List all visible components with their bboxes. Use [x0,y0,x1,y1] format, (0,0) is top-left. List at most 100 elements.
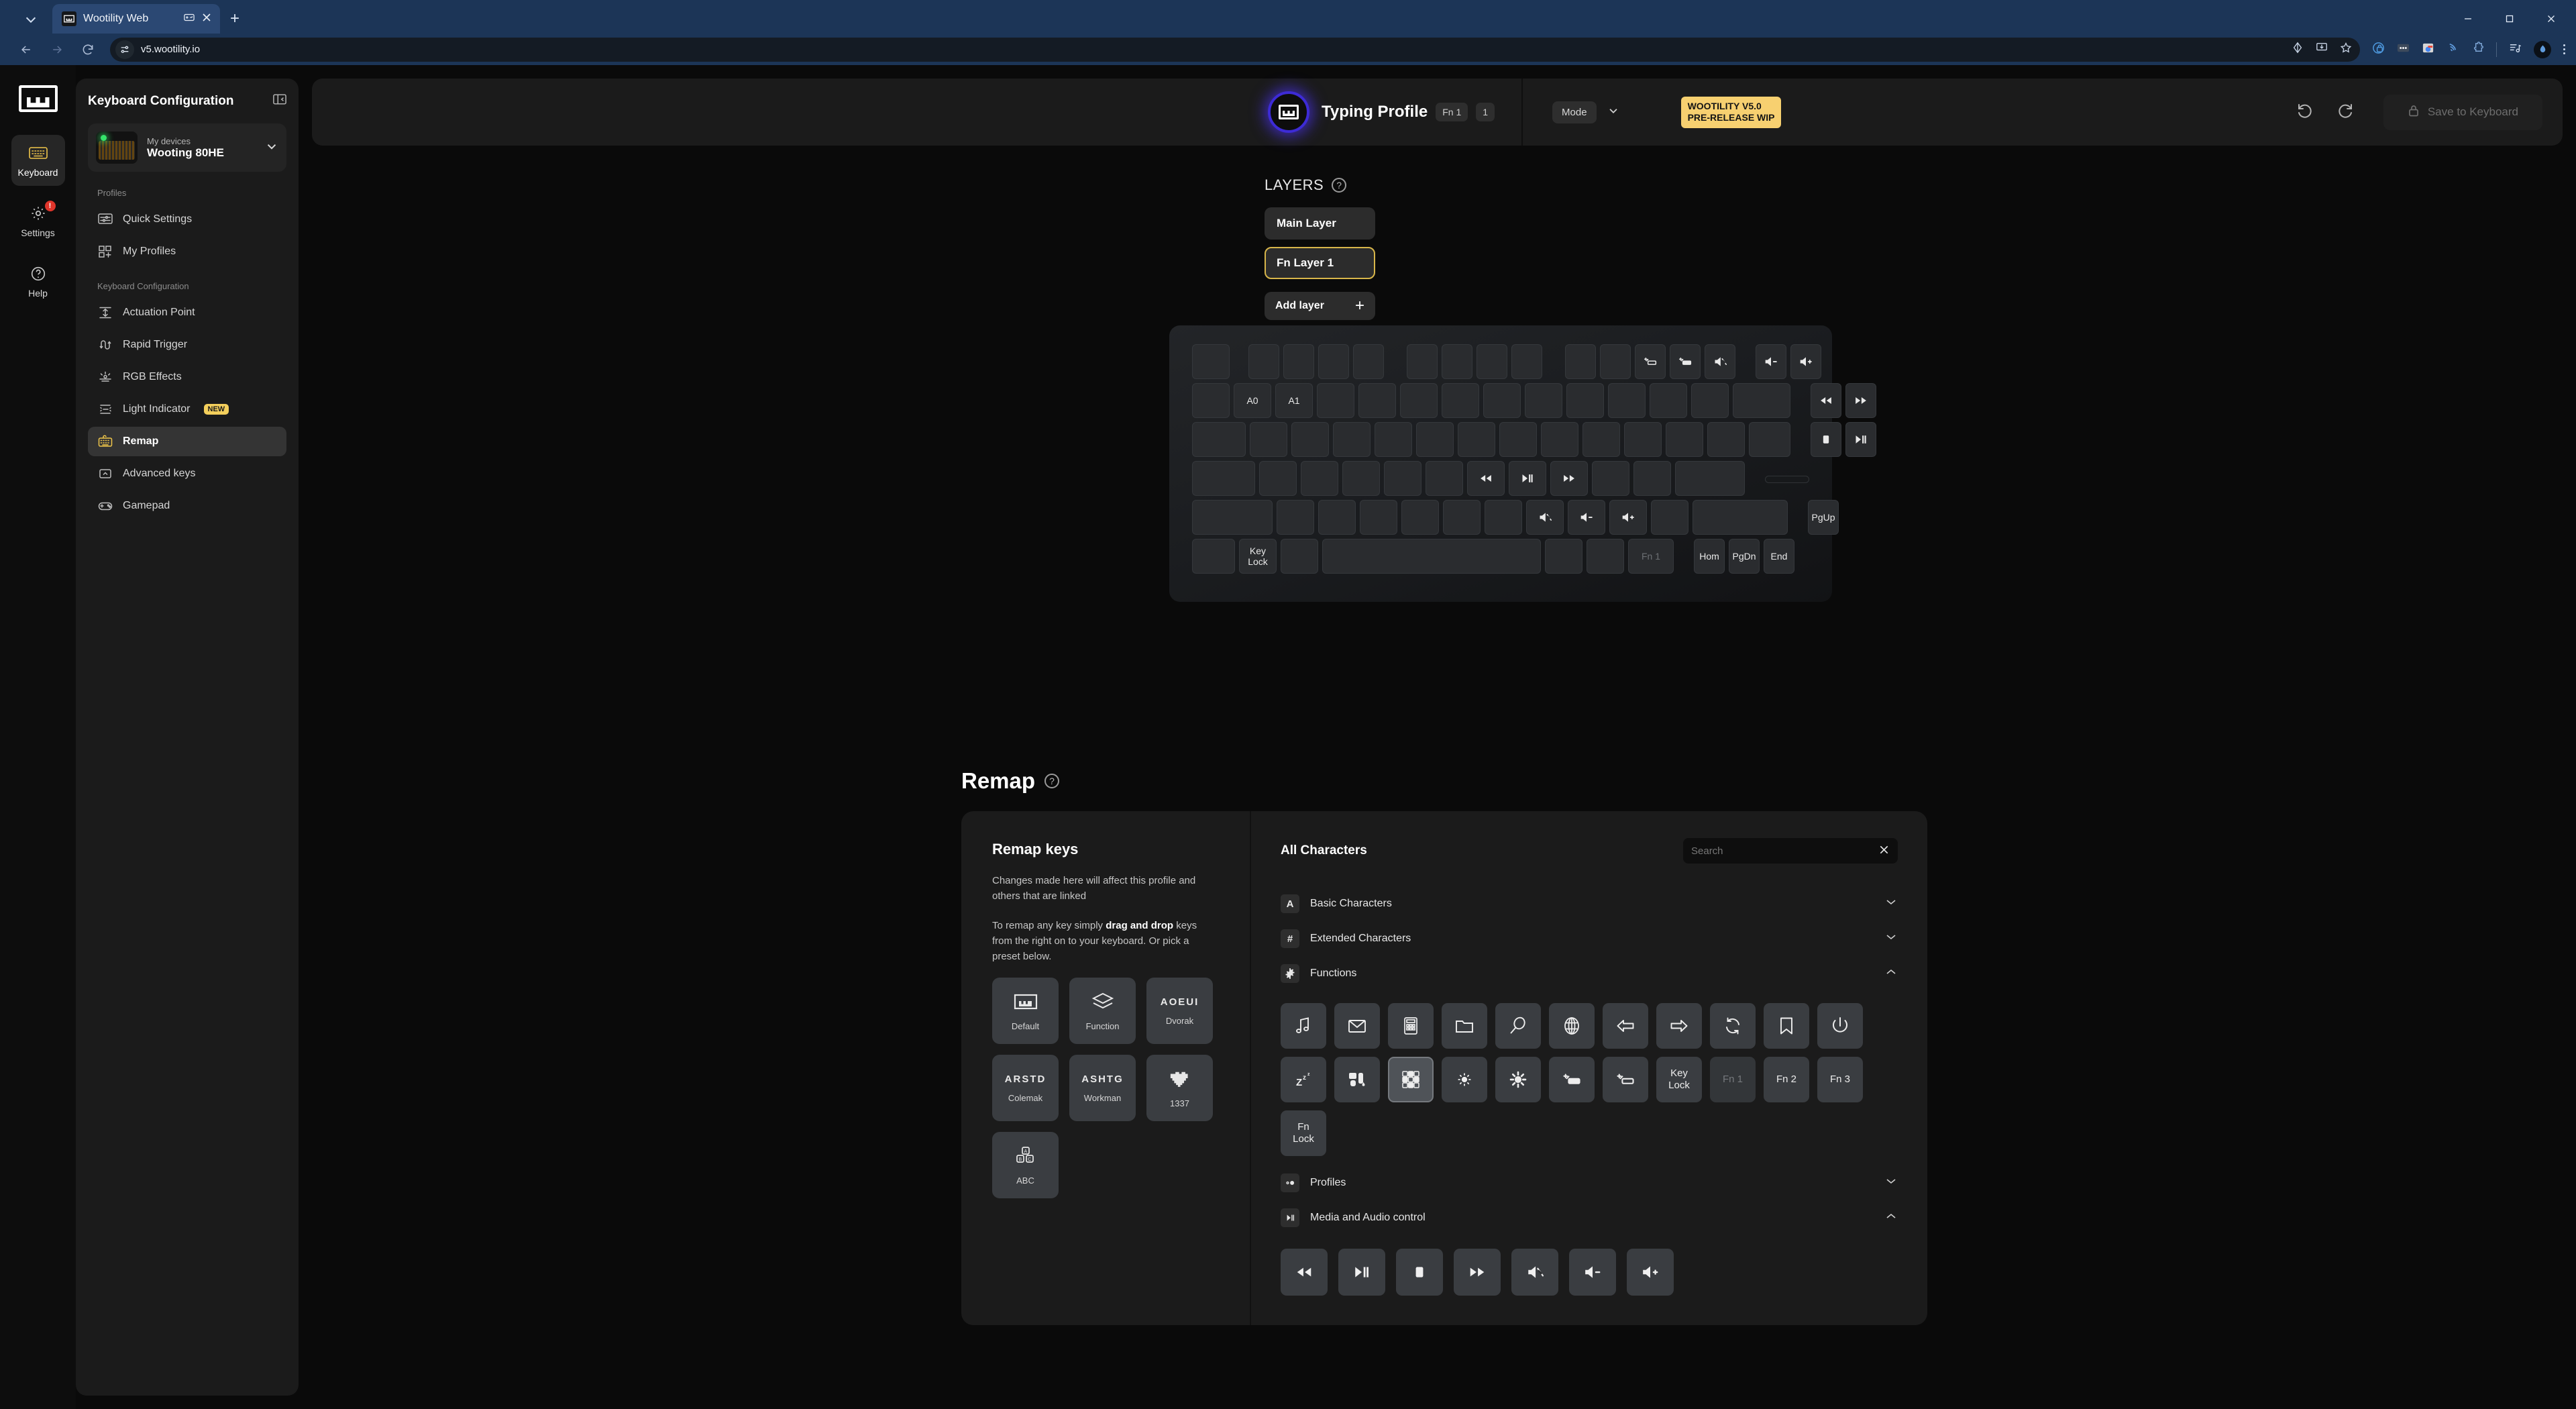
keycap-blank[interactable] [1360,500,1397,535]
chevron-down-icon[interactable] [1607,105,1619,120]
preset-function[interactable]: Function [1069,978,1136,1045]
keycap-volume-up-icon[interactable] [1609,500,1647,535]
help-circle-icon[interactable]: ? [1044,774,1060,788]
keycap-fastforward-icon[interactable] [1845,383,1876,418]
redo-icon[interactable] [2337,102,2354,123]
preset-dvorak[interactable]: AOEUI Dvorak [1146,978,1213,1045]
sidebar-item-rgb-effects[interactable]: RGB Effects [88,362,286,392]
function-key-fn-2[interactable]: Fn 2 [1764,1057,1809,1102]
install-app-icon[interactable] [2316,42,2328,57]
keycap-blank[interactable] [1250,422,1287,457]
keycap-blank[interactable] [1442,383,1479,418]
address-bar[interactable]: v5.wootility.io [110,37,2360,62]
media-key-volume-up-icon[interactable] [1627,1249,1674,1296]
function-key-fn-3[interactable]: Fn 3 [1817,1057,1863,1102]
extension-menu-icon[interactable] [2397,42,2410,58]
search-input[interactable] [1691,845,1878,857]
chevron-down-icon[interactable] [265,140,278,156]
keycap-blank[interactable] [1566,383,1604,418]
keycap-volume-down-icon[interactable] [1756,344,1786,379]
keycap-blank[interactable] [1342,461,1380,496]
function-key-backlight-down-icon[interactable] [1603,1057,1648,1102]
keycap-blank[interactable] [1375,422,1412,457]
keycap-blank[interactable] [1458,422,1495,457]
sidebar-item-quick-settings[interactable]: Quick Settings [88,205,286,234]
keycap-playpause-icon[interactable] [1845,422,1876,457]
media-key-fastforward-icon[interactable] [1454,1249,1501,1296]
rail-item-help[interactable]: Help [11,256,65,307]
media-key-volume-down-icon[interactable] [1569,1249,1616,1296]
keycap-blank[interactable] [1333,422,1371,457]
function-key-power-icon[interactable] [1817,1003,1863,1049]
keycap-blank[interactable] [1291,422,1329,457]
keycap-blank[interactable] [1592,461,1629,496]
keycap-blank[interactable] [1277,500,1314,535]
keycap-blank[interactable] [1407,344,1438,379]
function-key-fn-lock[interactable]: Fn Lock [1281,1110,1326,1156]
function-key-backlight-up-icon[interactable] [1549,1057,1595,1102]
function-key-search-magnifier-icon[interactable] [1495,1003,1541,1049]
tab-close-icon[interactable] [201,12,212,26]
search-box[interactable] [1683,838,1898,864]
keycap-key-lock[interactable]: Key Lock [1239,539,1277,574]
back-icon[interactable] [11,36,42,63]
device-selector[interactable]: My devices Wooting 80HE [88,123,286,172]
category-basic-characters[interactable]: A Basic Characters [1281,886,1898,921]
rail-item-keyboard[interactable]: Keyboard [11,135,65,186]
keycap-fastforward-icon[interactable] [1550,461,1588,496]
panel-collapse-icon[interactable] [273,93,286,109]
rail-item-settings[interactable]: ! Settings [11,195,65,246]
volume-knob[interactable] [1765,476,1809,483]
keycap-blank[interactable] [1426,461,1463,496]
browser-menu-icon[interactable] [2563,44,2565,54]
keycap-mute-icon[interactable] [1526,500,1564,535]
tab-media-icon[interactable] [184,12,195,26]
category-functions[interactable]: Functions [1281,956,1898,991]
chevron-up-icon[interactable] [1884,1212,1898,1224]
keycap-blank[interactable] [1587,539,1624,574]
media-key-mute-icon[interactable] [1511,1249,1558,1296]
keycap-blank[interactable] [1582,422,1620,457]
function-key-screen-icon[interactable] [1334,1057,1380,1102]
keycap-rewind-icon[interactable] [1811,383,1841,418]
keycap-blank[interactable] [1301,461,1338,496]
keycap-blank[interactable] [1353,344,1384,379]
layer-fn-1[interactable]: Fn Layer 1 [1265,247,1375,279]
keycap-blank[interactable] [1317,383,1354,418]
keycap-blank[interactable] [1707,422,1745,457]
media-key-playpause-icon[interactable] [1338,1249,1385,1296]
tab-search-chevron-icon[interactable] [9,5,52,34]
layer-main[interactable]: Main Layer [1265,207,1375,240]
keycap-blank[interactable] [1633,461,1671,496]
function-key-calculator-icon[interactable] [1388,1003,1434,1049]
keycap-a0[interactable]: A0 [1234,383,1271,418]
keycap-blank[interactable] [1733,383,1790,418]
keycap-backlight-down-icon[interactable] [1635,344,1666,379]
keycap-blank[interactable] [1675,461,1745,496]
preset-colemak[interactable]: ARSTD Colemak [992,1055,1059,1122]
chevron-down-icon[interactable] [1884,898,1898,910]
puzzle-extensions-icon[interactable] [2471,41,2484,58]
keycap-blank[interactable] [1499,422,1537,457]
keycap-blank[interactable] [1318,344,1349,379]
browser-tab[interactable]: Wootility Web [52,4,220,34]
sidebar-item-gamepad[interactable]: Gamepad [88,491,286,521]
save-to-keyboard-button[interactable]: Save to Keyboard [2383,94,2542,130]
keycap-blank[interactable] [1624,422,1662,457]
keycap-blank[interactable] [1541,422,1578,457]
keycap-blank[interactable] [1248,344,1279,379]
keycap-blank[interactable] [1192,500,1273,535]
keycap-blank[interactable] [1283,344,1314,379]
keycap-blank[interactable] [1666,422,1703,457]
sidebar-item-light-indicator[interactable]: Light Indicator NEW [88,395,286,424]
category-extended-characters[interactable]: # Extended Characters [1281,921,1898,956]
sidebar-item-remap[interactable]: Remap [88,427,286,456]
function-key-browser-forward-icon[interactable] [1656,1003,1702,1049]
split-view-icon[interactable] [2292,42,2304,57]
keycap-hom[interactable]: Hom [1694,539,1725,574]
keycap-end[interactable]: End [1764,539,1794,574]
function-key-key-lock[interactable]: Key Lock [1656,1057,1702,1102]
keycap-a1[interactable]: A1 [1275,383,1313,418]
function-key-sleep-icon[interactable]: Zzz [1281,1057,1326,1102]
close-icon[interactable] [2530,4,2572,34]
